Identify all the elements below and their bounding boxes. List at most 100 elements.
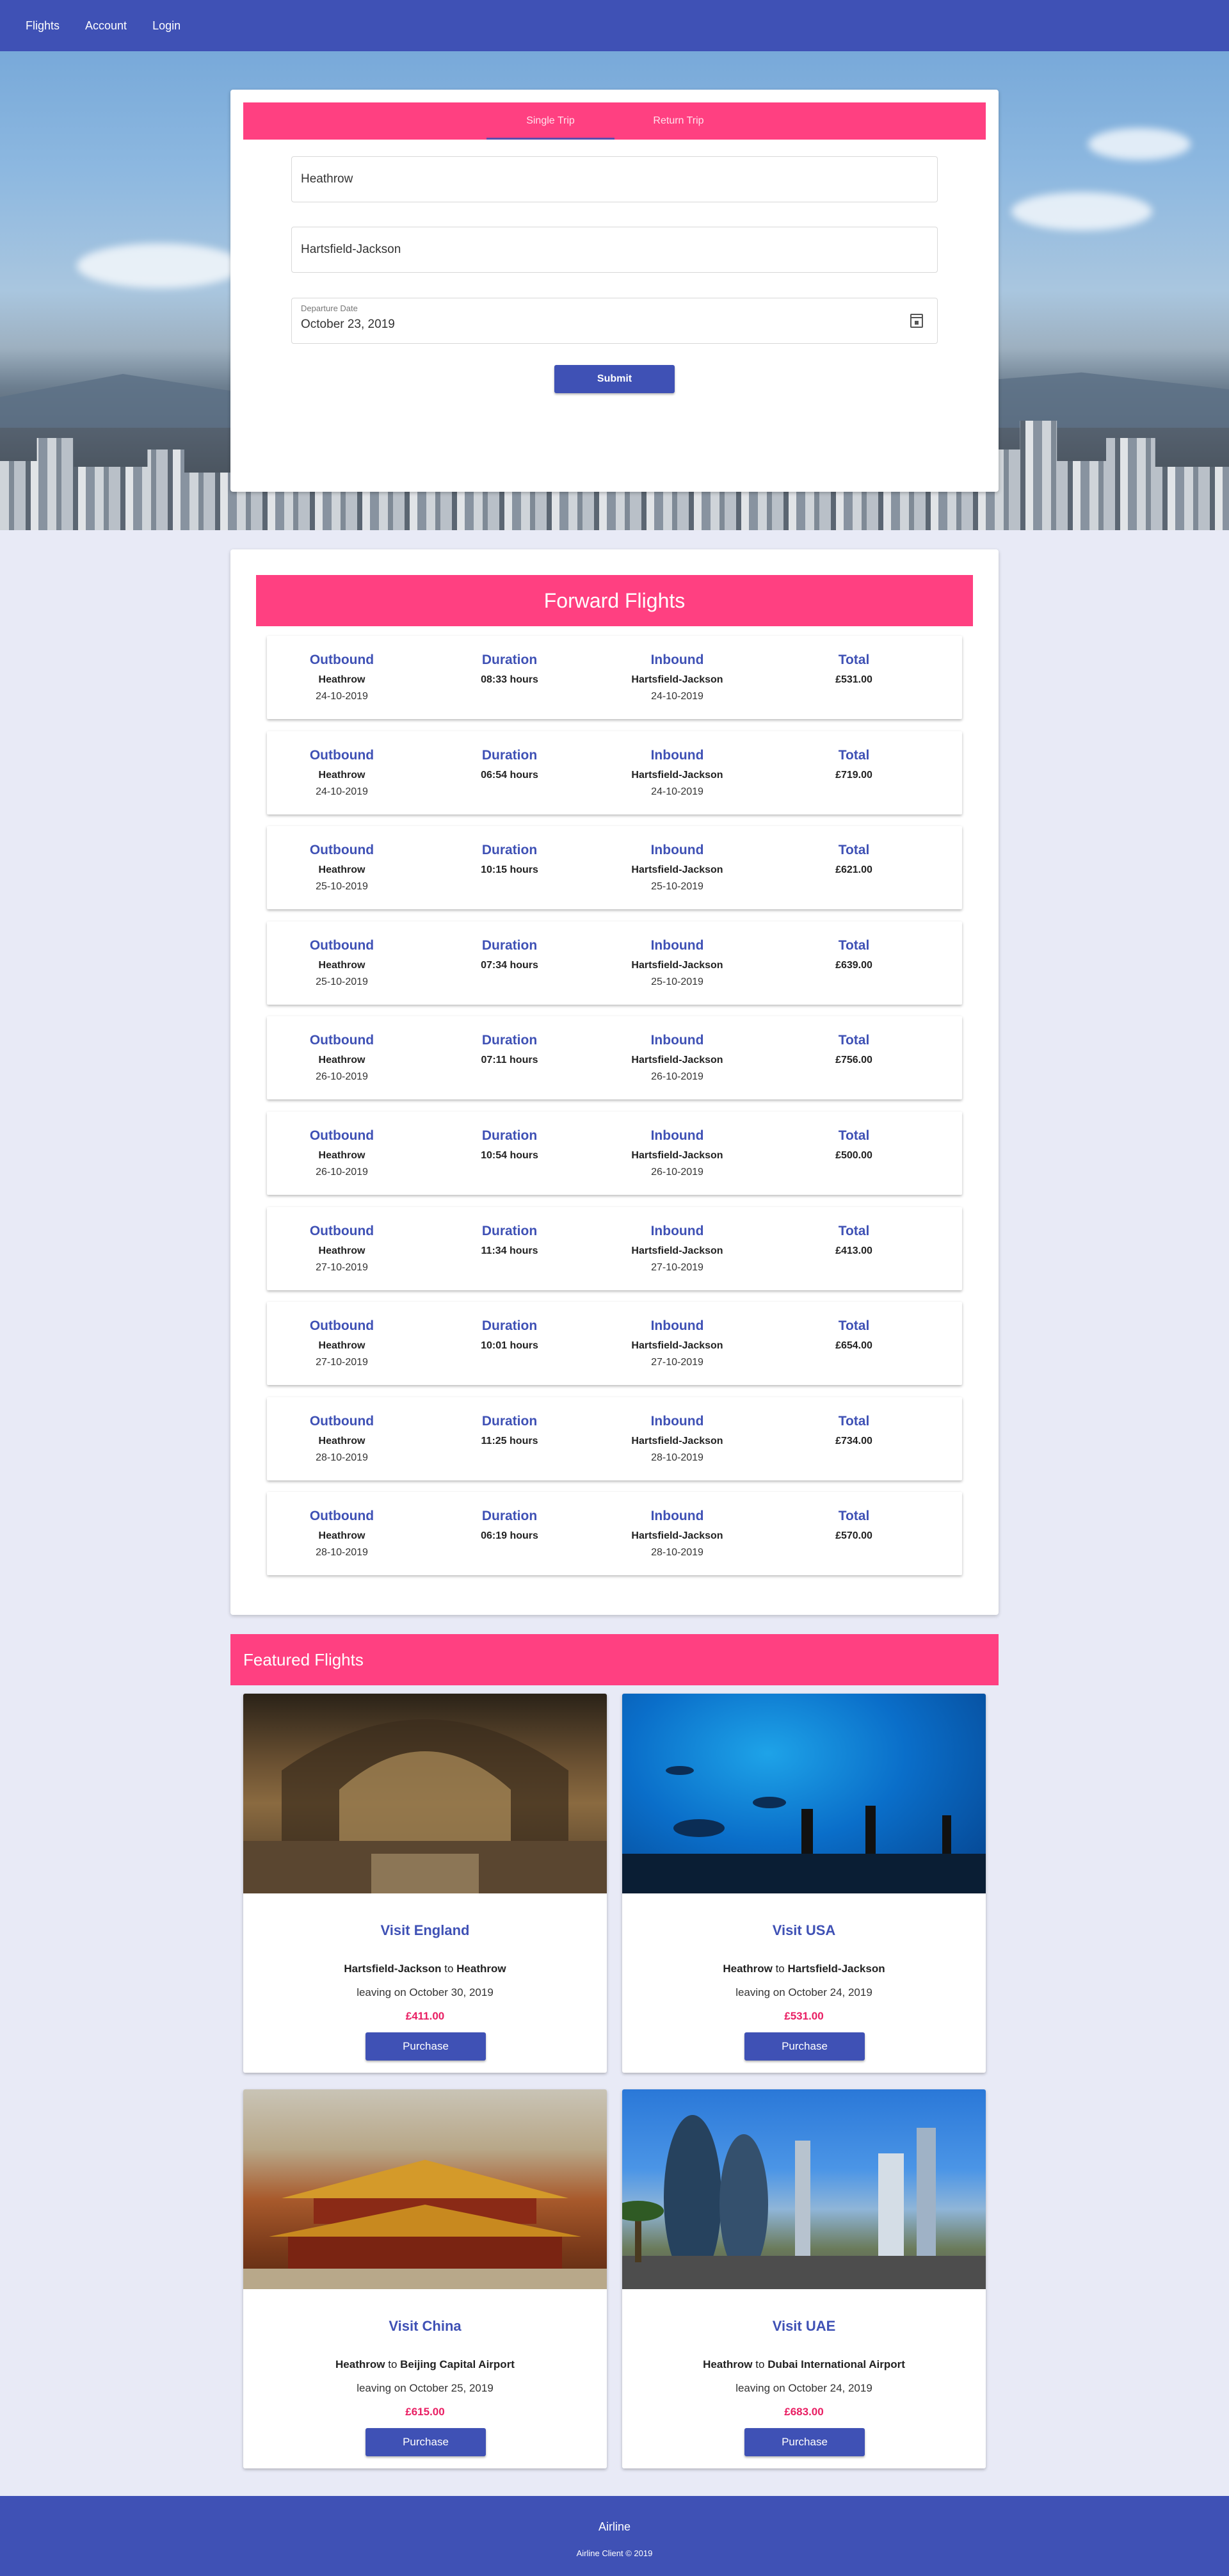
museum-hall-image <box>243 1694 607 1893</box>
col-header-total: Total <box>838 1413 870 1429</box>
flight-col-total: Total £621.00 <box>790 843 918 881</box>
flight-col-inbound: Inbound Hartsfield-Jackson 24-10-2019 <box>613 652 741 702</box>
col-date-outbound: 26-10-2019 <box>316 1071 368 1083</box>
col-value-duration: 10:54 hours <box>481 1150 538 1161</box>
col-header-inbound: Inbound <box>650 1509 704 1524</box>
col-value-inbound: Hartsfield-Jackson <box>631 1530 723 1542</box>
flight-col-total: Total £413.00 <box>790 1224 918 1262</box>
cloud-shape <box>77 243 243 288</box>
col-header-total: Total <box>838 747 870 763</box>
card-title: Visit USA <box>772 1922 836 1938</box>
footer-title: Airline <box>598 2520 631 2533</box>
card-date: leaving on October 24, 2019 <box>735 2382 872 2394</box>
card-title: Visit UAE <box>772 2318 836 2334</box>
col-header-duration: Duration <box>481 1223 538 1238</box>
col-header-duration: Duration <box>481 1128 538 1143</box>
flight-result-row[interactable]: Outbound Heathrow 26-10-2019 Duration 07:11 … <box>267 1016 962 1100</box>
purchase-button[interactable]: Purchase <box>744 2428 865 2456</box>
col-value-outbound: Heathrow <box>318 1055 365 1066</box>
purchase-button[interactable]: Purchase <box>744 2032 865 2061</box>
card-route: Heathrow to Dubai International Airport <box>703 2358 905 2370</box>
col-date-inbound: 24-10-2019 <box>651 786 703 797</box>
flight-col-total: Total £500.00 <box>790 1128 918 1167</box>
flight-result-row[interactable]: Outbound Heathrow 25-10-2019 Duration 07:34 … <box>267 921 962 1005</box>
col-date-inbound: 26-10-2019 <box>651 1167 703 1178</box>
col-header-outbound: Outbound <box>309 937 374 953</box>
col-header-total: Total <box>838 843 870 858</box>
col-date-outbound: 28-10-2019 <box>316 1452 368 1463</box>
purchase-button[interactable]: Purchase <box>365 2032 486 2061</box>
col-header-duration: Duration <box>481 843 538 858</box>
col-date-outbound: 28-10-2019 <box>316 1547 368 1559</box>
featured-card-china: Visit China Heathrow to Beijing Capital … <box>243 2089 607 2468</box>
flight-col-inbound: Inbound Hartsfield-Jackson 25-10-2019 <box>613 938 741 988</box>
col-date-inbound: 25-10-2019 <box>651 976 703 987</box>
flight-result-row[interactable]: Outbound Heathrow 26-10-2019 Duration 10:54 … <box>267 1112 962 1195</box>
col-value-outbound: Heathrow <box>318 1340 365 1352</box>
col-date-outbound: 27-10-2019 <box>316 1357 368 1368</box>
col-date-inbound: 27-10-2019 <box>651 1261 703 1273</box>
card-price: £411.00 <box>405 2010 445 2022</box>
col-value-inbound: Hartsfield-Jackson <box>631 674 723 685</box>
col-header-duration: Duration <box>481 1509 538 1524</box>
destination-field[interactable]: Hartsfield-Jackson <box>291 227 938 273</box>
cloud-shape <box>1011 192 1152 231</box>
flight-col-outbound: Outbound Heathrow 28-10-2019 <box>278 1414 406 1464</box>
flight-result-row[interactable]: Outbound Heathrow 24-10-2019 Duration 06:54 … <box>267 731 962 814</box>
flight-result-row[interactable]: Outbound Heathrow 25-10-2019 Duration 10:15 … <box>267 826 962 910</box>
col-header-inbound: Inbound <box>650 937 704 953</box>
flight-col-inbound: Inbound Hartsfield-Jackson 24-10-2019 <box>613 748 741 798</box>
departure-date-field[interactable]: Departure Date October 23, 2019 <box>291 298 938 344</box>
flight-col-total: Total £570.00 <box>790 1509 918 1547</box>
flight-col-outbound: Outbound Heathrow 25-10-2019 <box>278 938 406 988</box>
flight-col-duration: Duration 08:33 hours <box>446 652 574 691</box>
col-value-total: £654.00 <box>835 1340 872 1352</box>
trip-type-tabs: Single Trip Return Trip <box>243 102 986 140</box>
calendar-icon[interactable] <box>910 314 923 328</box>
tab-return-trip[interactable]: Return Trip <box>614 102 743 140</box>
flight-col-duration: Duration 07:34 hours <box>446 938 574 976</box>
flight-col-inbound: Inbound Hartsfield-Jackson 28-10-2019 <box>613 1509 741 1559</box>
flight-result-row[interactable]: Outbound Heathrow 24-10-2019 Duration 08:33 … <box>267 636 962 719</box>
featured-card-england: Visit England Hartsfield-Jackson to Heat… <box>243 1694 607 2073</box>
flight-col-duration: Duration 10:54 hours <box>446 1128 574 1167</box>
card-price: £615.00 <box>405 2406 445 2418</box>
flight-col-outbound: Outbound Heathrow 26-10-2019 <box>278 1033 406 1083</box>
flight-col-total: Total £531.00 <box>790 652 918 691</box>
col-value-inbound: Hartsfield-Jackson <box>631 864 723 876</box>
origin-field[interactable]: Heathrow <box>291 156 938 202</box>
col-header-outbound: Outbound <box>309 1413 374 1429</box>
card-price: £531.00 <box>784 2010 824 2022</box>
flight-result-row[interactable]: Outbound Heathrow 27-10-2019 Duration 10:01 … <box>267 1302 962 1386</box>
flight-result-row[interactable]: Outbound Heathrow 27-10-2019 Duration 11:34 … <box>267 1206 962 1290</box>
top-nav: Flights Account Login <box>0 0 1229 51</box>
flight-col-duration: Duration 11:25 hours <box>446 1414 574 1452</box>
col-value-outbound: Heathrow <box>318 864 365 876</box>
col-header-outbound: Outbound <box>309 1509 374 1524</box>
purchase-button[interactable]: Purchase <box>365 2428 486 2456</box>
col-header-inbound: Inbound <box>650 1318 704 1334</box>
col-header-total: Total <box>838 937 870 953</box>
dubai-skyline-image <box>622 2089 986 2289</box>
col-header-outbound: Outbound <box>309 1318 374 1334</box>
col-header-total: Total <box>838 1223 870 1238</box>
flight-result-row[interactable]: Outbound Heathrow 28-10-2019 Duration 11:25 … <box>267 1397 962 1480</box>
flight-result-row[interactable]: Outbound Heathrow 28-10-2019 Duration 06:19 … <box>267 1492 962 1576</box>
nav-login-link[interactable]: Login <box>152 19 181 33</box>
card-route: Hartsfield-Jackson to Heathrow <box>344 1963 506 1975</box>
col-date-outbound: 26-10-2019 <box>316 1167 368 1178</box>
col-header-duration: Duration <box>481 1318 538 1334</box>
col-header-outbound: Outbound <box>309 1033 374 1048</box>
flight-col-inbound: Inbound Hartsfield-Jackson 26-10-2019 <box>613 1128 741 1178</box>
col-value-duration: 11:25 hours <box>481 1435 538 1446</box>
col-header-inbound: Inbound <box>650 1413 704 1429</box>
nav-flights-link[interactable]: Flights <box>26 19 60 33</box>
col-header-inbound: Inbound <box>650 1223 704 1238</box>
col-header-total: Total <box>838 1509 870 1524</box>
nav-account-link[interactable]: Account <box>85 19 127 33</box>
col-value-duration: 08:33 hours <box>481 674 538 685</box>
flight-col-inbound: Inbound Hartsfield-Jackson 26-10-2019 <box>613 1033 741 1083</box>
submit-button[interactable]: Submit <box>554 365 675 393</box>
tab-single-trip[interactable]: Single Trip <box>486 102 614 140</box>
col-header-inbound: Inbound <box>650 1128 704 1143</box>
